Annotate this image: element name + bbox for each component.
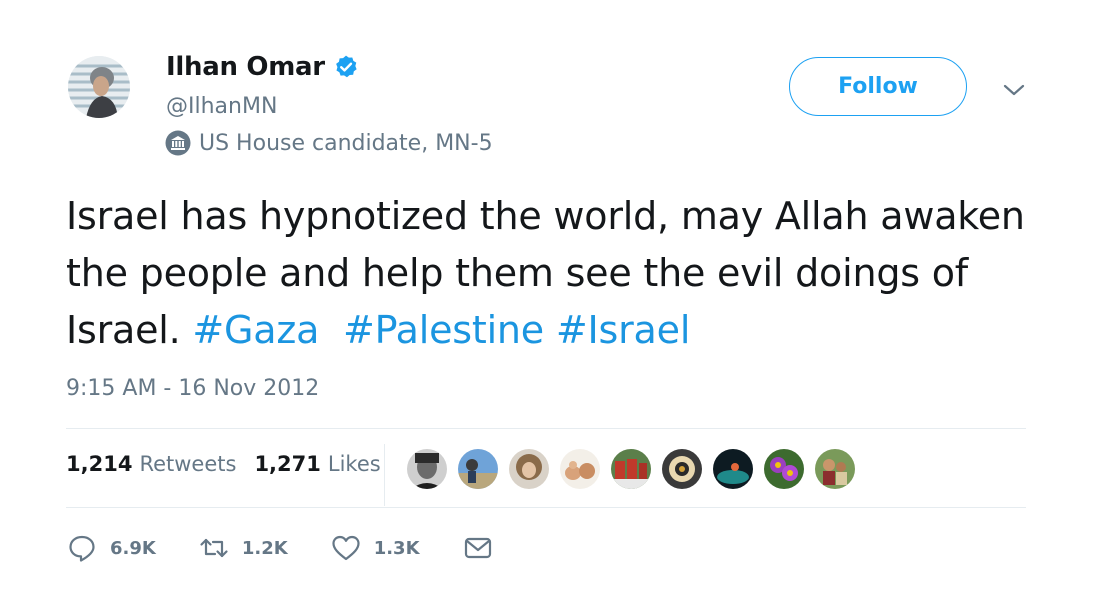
- likes-label: Likes: [327, 452, 381, 476]
- tweet-text: Israel has hypnotized the world, may All…: [66, 188, 1056, 359]
- liker-avatar[interactable]: [457, 448, 499, 490]
- liker-avatar[interactable]: [610, 448, 652, 490]
- hashtag-israel[interactable]: #Israel: [556, 308, 690, 352]
- liker-avatar[interactable]: [712, 448, 754, 490]
- liker-avatar[interactable]: [763, 448, 805, 490]
- like-count: 1.3K: [373, 537, 420, 559]
- government-building-icon: [165, 130, 191, 156]
- liker-avatar[interactable]: [508, 448, 550, 490]
- retweet-action[interactable]: 1.2K: [198, 532, 288, 564]
- retweets-stat[interactable]: 1,214 Retweets: [66, 452, 236, 476]
- chevron-down-icon[interactable]: [1000, 78, 1028, 102]
- envelope-icon[interactable]: [462, 532, 494, 564]
- author-name-row[interactable]: Ilhan Omar: [166, 52, 359, 82]
- heart-icon[interactable]: [330, 532, 362, 564]
- author-display-name[interactable]: Ilhan Omar: [166, 52, 325, 82]
- direct-message-action[interactable]: [462, 532, 506, 564]
- author-avatar-image: [68, 56, 130, 118]
- author-avatar[interactable]: [68, 56, 130, 118]
- liker-avatar[interactable]: [406, 448, 448, 490]
- liker-avatars: [406, 448, 865, 490]
- retweet-icon[interactable]: [198, 532, 230, 564]
- stats-separator: [384, 444, 385, 506]
- reply-count: 6.9K: [110, 537, 156, 559]
- liker-avatar[interactable]: [814, 448, 856, 490]
- reply-action[interactable]: 6.9K: [66, 532, 156, 564]
- retweets-count: 1,214: [66, 452, 133, 476]
- divider-bottom: [66, 507, 1026, 508]
- likes-count: 1,271: [254, 452, 321, 476]
- retweets-label: Retweets: [139, 452, 237, 476]
- follow-button[interactable]: Follow: [789, 57, 967, 116]
- tweet-actions: 6.9K 1.2K 1.3K: [66, 532, 548, 564]
- candidate-label-text: US House candidate, MN-5: [199, 130, 493, 156]
- candidate-label: US House candidate, MN-5: [165, 130, 493, 156]
- divider-top: [66, 428, 1026, 429]
- liker-avatar[interactable]: [661, 448, 703, 490]
- likes-stat[interactable]: 1,271 Likes: [254, 452, 380, 476]
- liker-avatar[interactable]: [559, 448, 601, 490]
- hashtag-gaza[interactable]: #Gaza: [192, 308, 319, 352]
- tweet-timestamp[interactable]: 9:15 AM - 16 Nov 2012: [66, 376, 319, 401]
- author-handle[interactable]: @IlhanMN: [166, 94, 277, 119]
- tweet-stats: 1,214 Retweets 1,271 Likes: [66, 452, 399, 476]
- like-action[interactable]: 1.3K: [330, 532, 420, 564]
- retweet-count: 1.2K: [241, 537, 288, 559]
- reply-icon[interactable]: [66, 532, 98, 564]
- hashtag-palestine[interactable]: #Palestine: [343, 308, 544, 352]
- verified-badge-icon: [333, 54, 359, 80]
